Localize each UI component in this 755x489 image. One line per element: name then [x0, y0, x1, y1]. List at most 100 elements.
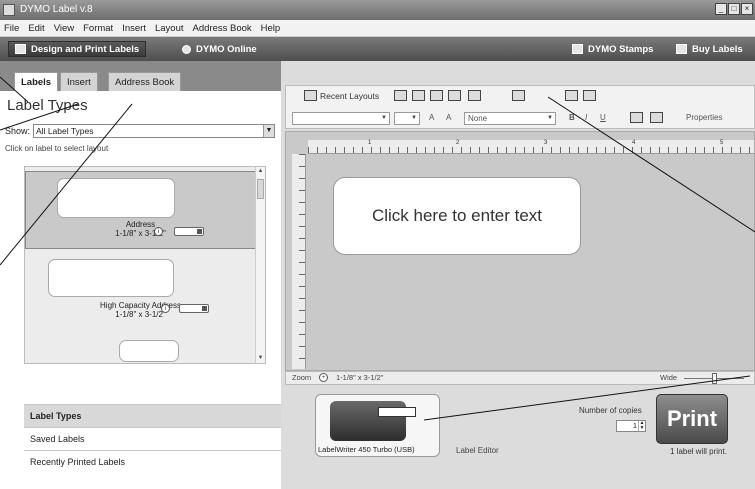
- style-value: None: [468, 114, 488, 123]
- gallery-scrollbar[interactable]: ▲ ▼: [255, 167, 265, 363]
- scroll-down-icon[interactable]: ▼: [256, 354, 265, 363]
- horizontal-ruler: 1 2 3 4 5: [308, 140, 754, 154]
- scroll-thumb[interactable]: [257, 179, 264, 199]
- menu-address-book[interactable]: Address Book: [193, 23, 252, 34]
- section-recently-printed[interactable]: Recently Printed Labels: [24, 450, 281, 473]
- bold-icon[interactable]: B: [569, 113, 575, 122]
- menu-help[interactable]: Help: [261, 23, 281, 34]
- info-icon[interactable]: i: [161, 304, 170, 313]
- label-types-heading: Label Types: [7, 97, 88, 114]
- scroll-up-icon[interactable]: ▲: [256, 167, 265, 176]
- menu-edit[interactable]: Edit: [28, 23, 44, 34]
- label-editor: Recent Layouts ▼ ▼ A A None ▼ B I U Prop…: [281, 61, 755, 489]
- label-size: 1-1/8" x 3-1/2": [115, 229, 166, 238]
- design-labels-icon: [15, 44, 26, 54]
- labels-panel: Label Types Show: All Label Types ▼ Clic…: [0, 91, 281, 489]
- zoom-slider-thumb[interactable]: [712, 373, 717, 384]
- window-controls: _ □ ×: [715, 3, 753, 15]
- chevron-down-icon[interactable]: ▼: [409, 113, 419, 124]
- dymo-label-window: DYMO Label v.8 _ □ × File Edit View Form…: [0, 0, 755, 489]
- dymo-app-icon: [3, 4, 15, 16]
- paste-icon[interactable]: [430, 90, 443, 101]
- vertical-align-icon[interactable]: [650, 112, 663, 123]
- style-select[interactable]: None ▼: [464, 112, 556, 125]
- design-print-tab-label: Design and Print Labels: [31, 43, 140, 55]
- copies-label: Number of copies: [579, 406, 642, 415]
- zoom-icon[interactable]: +: [319, 373, 328, 382]
- buy-labels-button[interactable]: Buy Labels: [670, 41, 749, 57]
- info-icon[interactable]: i: [154, 227, 163, 236]
- zoom-icon[interactable]: [512, 90, 525, 101]
- ruler-mark: 5: [720, 140, 724, 146]
- left-pane: Labels Insert Address Book Label Types S…: [0, 61, 281, 489]
- spin-icon[interactable]: ▲ ▼: [638, 421, 645, 431]
- dymo-stamps-button[interactable]: DYMO Stamps: [566, 41, 659, 57]
- align-icon[interactable]: [630, 112, 643, 123]
- section-label-types[interactable]: Label Types: [24, 404, 281, 427]
- ruler-ticks: [308, 147, 754, 153]
- buy-labels-icon: [676, 44, 687, 54]
- show-filter-row: Show: All Label Types ▼: [5, 123, 275, 138]
- tab-insert[interactable]: Insert: [60, 72, 98, 91]
- menu-layout[interactable]: Layout: [155, 23, 184, 34]
- dymo-online-tab[interactable]: DYMO Online: [176, 41, 263, 57]
- insert-icon[interactable]: [468, 90, 481, 101]
- tab-labels[interactable]: Labels: [14, 72, 59, 91]
- close-button[interactable]: ×: [741, 3, 753, 15]
- print-icon[interactable]: [412, 90, 425, 101]
- show-label: Show:: [5, 125, 31, 136]
- label-gallery: Address 1-1/8" x 3-1/2" i High Capacity …: [24, 166, 266, 364]
- menu-view[interactable]: View: [54, 23, 74, 34]
- text-box-icon[interactable]: [565, 90, 578, 101]
- shrink-font-icon[interactable]: A: [446, 113, 451, 122]
- maximize-button[interactable]: □: [728, 3, 740, 15]
- recent-layouts-button[interactable]: Recent Layouts: [304, 90, 379, 101]
- menu-bar: File Edit View Format Insert Layout Addr…: [0, 20, 755, 37]
- underline-icon[interactable]: U: [600, 113, 606, 122]
- grow-font-icon[interactable]: A: [429, 113, 434, 122]
- chevron-down-icon[interactable]: ▼: [379, 113, 389, 124]
- label-text-object[interactable]: Click here to enter text: [333, 177, 581, 255]
- dymo-online-icon: [182, 44, 191, 54]
- vertical-ruler: [292, 154, 306, 369]
- font-select[interactable]: ▼: [292, 112, 390, 125]
- undo-icon[interactable]: [448, 90, 461, 101]
- select-layout-hint: Click on label to select layout: [5, 144, 109, 153]
- dymo-stamps-label: DYMO Stamps: [588, 43, 654, 55]
- label-size: 1-1/8" x 3-1/2": [115, 310, 166, 319]
- ruler-mark: 1: [368, 140, 372, 146]
- ruler-mark: 2: [456, 140, 460, 146]
- label-size-readout: 1-1/8" x 3-1/2": [336, 373, 384, 382]
- main-toolbar: Design and Print Labels DYMO Online DYMO…: [0, 37, 755, 61]
- label-type-filter-select[interactable]: All Label Types ▼: [33, 123, 275, 138]
- dymo-online-tab-label: DYMO Online: [196, 43, 257, 55]
- text-box-icon[interactable]: [583, 90, 596, 101]
- design-print-tab[interactable]: Design and Print Labels: [8, 41, 147, 57]
- print-button[interactable]: Print: [656, 394, 728, 444]
- recent-layouts-label: Recent Layouts: [320, 90, 380, 101]
- label-item[interactable]: [25, 337, 256, 363]
- print-count-status: 1 label will print.: [670, 447, 727, 456]
- font-size-select[interactable]: ▼: [394, 112, 420, 125]
- copies-stepper[interactable]: 1 ▲ ▼: [616, 420, 646, 432]
- menu-file[interactable]: File: [4, 23, 19, 34]
- label-item-address[interactable]: Address 1-1/8" x 3-1/2" i: [25, 171, 256, 249]
- save-icon[interactable]: [394, 90, 407, 101]
- italic-icon[interactable]: I: [585, 113, 587, 122]
- window-title: DYMO Label v.8: [20, 4, 93, 15]
- label-canvas: 1 2 3 4 5 Click here to enter text: [285, 131, 755, 371]
- title-bar: DYMO Label v.8 _ □ ×: [0, 0, 755, 20]
- section-saved-labels[interactable]: Saved Labels: [24, 427, 281, 450]
- printer-selector[interactable]: LabelWriter 450 Turbo (USB): [315, 394, 440, 457]
- menu-insert[interactable]: Insert: [122, 23, 146, 34]
- minimize-button[interactable]: _: [715, 3, 727, 15]
- properties-button[interactable]: Properties: [686, 113, 722, 122]
- chevron-down-icon[interactable]: ▼: [545, 113, 555, 124]
- chevron-down-icon[interactable]: ▼: [263, 124, 274, 137]
- label-roll-icon: [179, 304, 209, 313]
- label-item-high-capacity-address[interactable]: High Capacity Address 1-1/8" x 3-1/2" i: [25, 259, 256, 329]
- menu-format[interactable]: Format: [83, 23, 113, 34]
- tab-address-book[interactable]: Address Book: [108, 72, 182, 91]
- ruler-mark: 4: [632, 140, 636, 146]
- label-name: Address: [125, 220, 156, 229]
